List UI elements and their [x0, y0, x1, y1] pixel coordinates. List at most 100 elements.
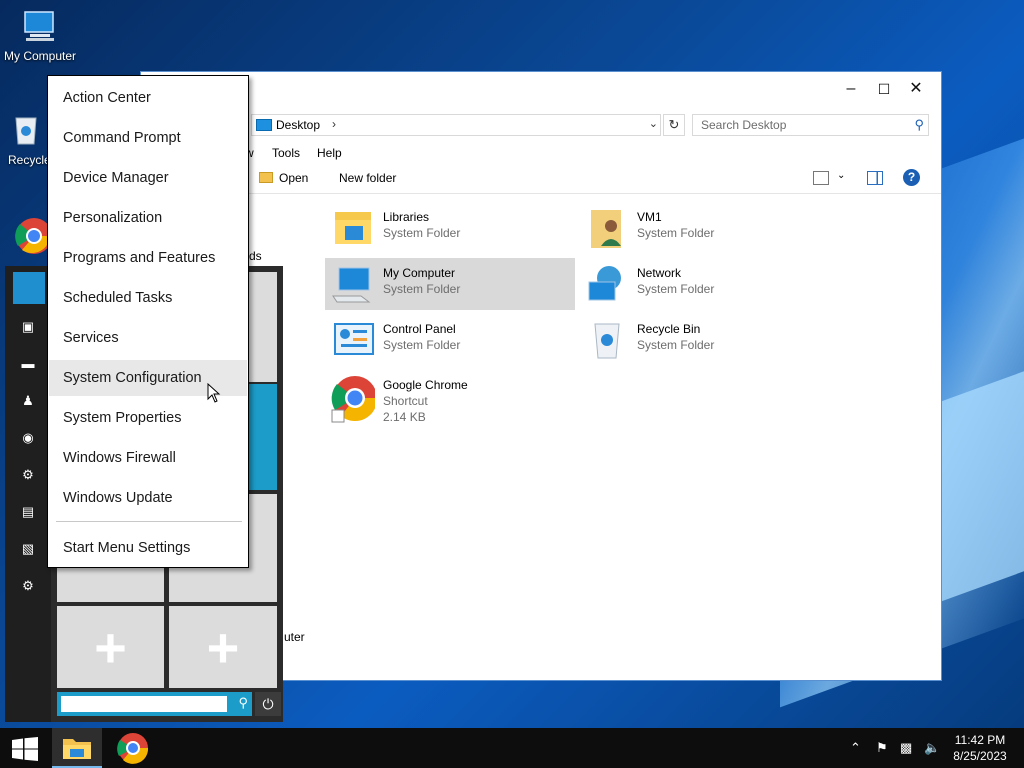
divider — [241, 193, 941, 194]
list-item-control-panel[interactable]: Control Panel System Folder — [325, 314, 575, 366]
list-item-network[interactable]: Network System Folder — [579, 258, 829, 310]
user-icon[interactable]: ♟ — [19, 392, 37, 410]
menu-tools[interactable]: Tools — [272, 146, 300, 160]
start-search-input[interactable] — [61, 696, 227, 712]
add-tile-button[interactable]: + — [169, 606, 277, 688]
menu-item-start-menu-settings[interactable]: Start Menu Settings — [49, 530, 247, 566]
chevron-down-icon[interactable]: ⌄ — [837, 170, 845, 181]
item-name: Network — [637, 266, 682, 280]
address-bar[interactable]: Desktop › ⌄ — [251, 114, 661, 136]
menu-item-action-center[interactable]: Action Center — [49, 80, 247, 116]
minimize-button[interactable]: – — [841, 80, 861, 98]
desktop-icon-recycle-bin[interactable]: Recycle — [0, 112, 54, 167]
folder-icon — [63, 739, 91, 759]
start-logo-icon[interactable] — [13, 272, 45, 304]
list-item-vm1[interactable]: VM1 System Folder — [579, 202, 829, 254]
menu-item-system-properties[interactable]: System Properties — [49, 400, 247, 436]
menu-item-programs-and-features[interactable]: Programs and Features — [49, 240, 247, 276]
search-icon[interactable]: ⚲ — [238, 695, 248, 711]
chevron-up-icon[interactable]: ⌃ — [850, 740, 861, 756]
item-size: 2.14 KB — [383, 410, 426, 424]
list-item-google-chrome[interactable]: Google Chrome Shortcut 2.14 KB — [325, 370, 575, 426]
gear-icon[interactable]: ⚙ — [19, 577, 37, 595]
search-placeholder: Search Desktop — [701, 118, 787, 132]
menu-divider — [56, 521, 242, 522]
list-item-libraries[interactable]: Libraries System Folder — [325, 202, 575, 254]
windows-start-icon[interactable] — [12, 737, 38, 761]
item-name: Recycle Bin — [637, 322, 701, 336]
start-sidebar: ▣ ▬ ♟ ◉ ⚙ ▤ ▧ ⚙ — [5, 266, 51, 722]
desktop-icon[interactable]: ▣ — [19, 318, 37, 336]
menu-help[interactable]: Help — [317, 146, 342, 160]
menu-item-services[interactable]: Services — [49, 320, 247, 356]
recycle-bin-icon — [594, 323, 620, 359]
item-type: System Folder — [637, 226, 715, 240]
taskbar: ⌃ ⚑ ▩ 🔈 11:42 PM 8/25/2023 — [0, 728, 1024, 768]
folder-icon — [256, 119, 272, 131]
clock-date: 8/25/2023 — [953, 749, 1007, 763]
refresh-button[interactable]: ↻ — [663, 114, 685, 136]
list-item-my-computer[interactable]: My Computer System Folder — [325, 258, 575, 310]
list-item-recycle-bin[interactable]: Recycle Bin System Folder — [579, 314, 829, 366]
command-bar: Open New folder ⌄ ? — [241, 168, 931, 192]
chrome-shortcut-icon[interactable] — [14, 214, 50, 260]
network-icon — [588, 266, 621, 301]
view-options-icon[interactable] — [813, 171, 829, 185]
open-folder-icon — [259, 172, 273, 183]
item-type: Shortcut — [383, 394, 428, 408]
taskbar-chrome[interactable] — [110, 728, 156, 768]
user-folder-icon — [591, 210, 621, 248]
chrome-icon — [117, 733, 149, 764]
plus-icon: + — [94, 616, 127, 679]
plus-icon: + — [206, 616, 240, 679]
menu-item-windows-update[interactable]: Windows Update — [49, 480, 247, 516]
maximize-button[interactable]: ☐ — [874, 80, 894, 98]
taskbar-file-explorer[interactable] — [52, 728, 102, 768]
open-button[interactable]: Open — [279, 171, 308, 185]
network-icon[interactable]: ◉ — [19, 429, 37, 447]
menu-item-device-manager[interactable]: Device Manager — [49, 160, 247, 196]
item-name: My Computer — [383, 266, 456, 280]
libraries-icon — [335, 212, 371, 244]
search-input[interactable]: Search Desktop ⚲ — [692, 114, 929, 136]
volume-muted-icon[interactable]: 🔈 — [924, 740, 940, 756]
menu-item-command-prompt[interactable]: Command Prompt — [49, 120, 247, 156]
display-icon[interactable]: ▧ — [19, 540, 37, 558]
network-status-icon[interactable]: ▩ — [900, 740, 912, 756]
nav-pane-text: uter — [284, 630, 305, 644]
item-type: System Folder — [383, 338, 461, 352]
nav-pane-text: ds — [249, 249, 262, 263]
new-folder-button[interactable]: New folder — [339, 171, 396, 185]
item-name: Control Panel — [383, 322, 456, 336]
item-type: System Folder — [637, 282, 715, 296]
tools-icon[interactable]: ⚙ — [19, 466, 37, 484]
search-icon[interactable]: ⚲ — [914, 117, 924, 133]
title-bar: – ☐ ✕ — [141, 72, 941, 106]
system-clock[interactable]: 11:42 PM 8/25/2023 — [950, 732, 1010, 764]
help-icon[interactable]: ? — [903, 169, 920, 186]
item-type: System Folder — [637, 338, 715, 352]
power-button[interactable]: ⏻ — [255, 692, 281, 716]
folder-icon[interactable]: ▬ — [19, 355, 37, 373]
action-center-flag-icon[interactable]: ⚑ — [876, 740, 888, 756]
add-tile-button[interactable]: + — [57, 606, 164, 688]
desktop-icon-label: My Computer — [3, 49, 77, 63]
address-path: Desktop — [276, 118, 321, 132]
close-button[interactable]: ✕ — [906, 80, 926, 98]
preview-pane-icon[interactable] — [867, 171, 883, 185]
desktop-icon-my-computer[interactable]: My Computer — [0, 8, 80, 63]
mouse-cursor-icon — [207, 383, 221, 403]
menu-item-scheduled-tasks[interactable]: Scheduled Tasks — [49, 280, 247, 316]
menu-item-windows-firewall[interactable]: Windows Firewall — [49, 440, 247, 476]
context-menu: Action Center Command Prompt Device Mana… — [47, 75, 249, 568]
computer-icon — [332, 267, 371, 303]
item-name: Libraries — [383, 210, 430, 224]
menu-item-personalization[interactable]: Personalization — [49, 200, 247, 236]
item-name: VM1 — [637, 210, 662, 224]
chrome-icon — [331, 376, 375, 423]
chevron-down-icon[interactable]: ⌄ — [649, 117, 658, 130]
start-search[interactable]: ⚲ — [57, 692, 252, 716]
monitor-icon[interactable]: ▤ — [19, 503, 37, 521]
control-panel-icon — [334, 323, 374, 355]
chevron-right-icon[interactable]: › — [332, 117, 336, 131]
